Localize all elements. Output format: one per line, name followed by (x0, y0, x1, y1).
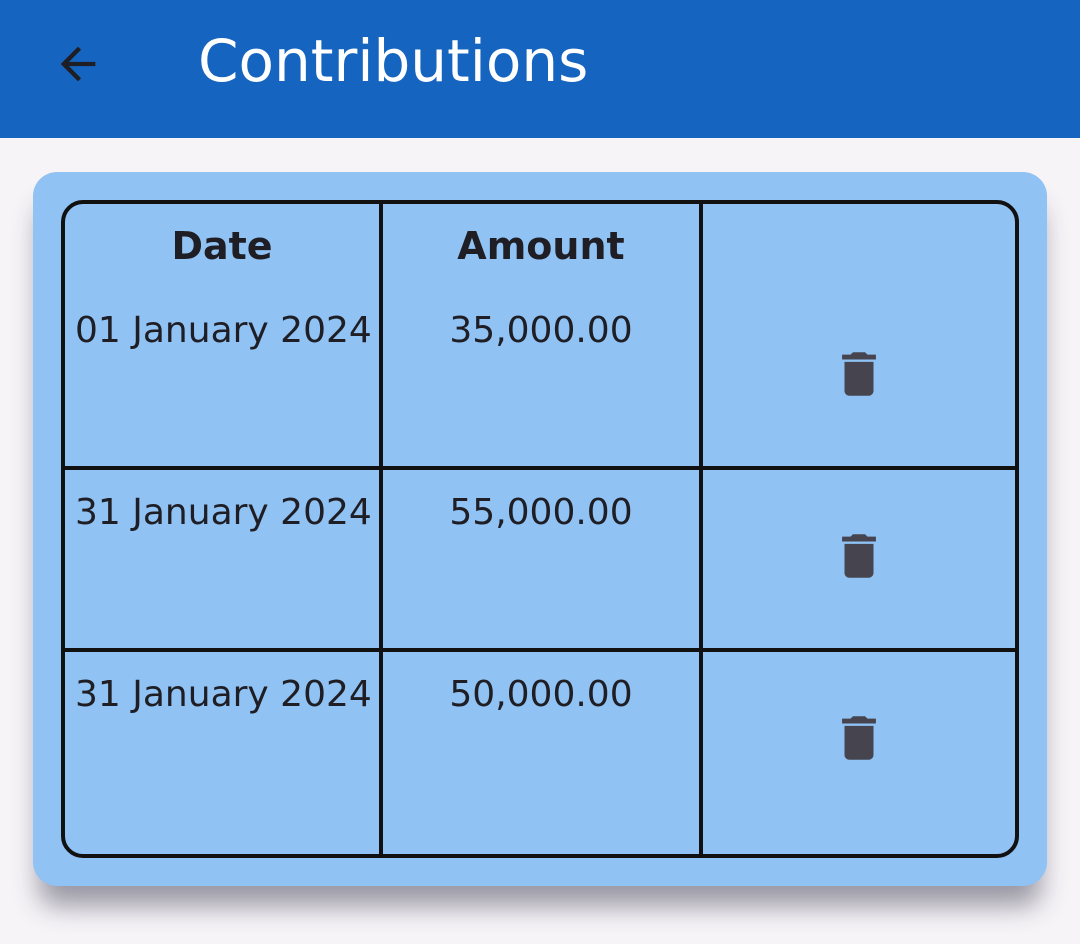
table-row: 01 January 2024 35,000.00 (65, 288, 1015, 470)
row-amount: 35,000.00 (379, 288, 703, 470)
total-amount: 140,000.00 (379, 830, 703, 854)
column-header-date: Date (65, 204, 383, 288)
column-header-amount: Amount (379, 204, 703, 288)
delete-icon (842, 534, 876, 578)
row-date: 01 January 2024 (65, 288, 383, 470)
contributions-card: Date Amount 01 January 2024 35,000.00 31… (33, 172, 1047, 886)
row-actions (699, 648, 1015, 830)
table-row: 31 January 2024 50,000.00 (65, 648, 1015, 830)
arrow-back-icon (60, 46, 96, 82)
row-amount: 55,000.00 (379, 466, 703, 652)
back-button[interactable] (38, 24, 118, 104)
row-actions (699, 466, 1015, 652)
row-actions (699, 288, 1015, 470)
table-row: 31 January 2024 55,000.00 (65, 466, 1015, 652)
page-title: Contributions (198, 27, 589, 95)
delete-button[interactable] (827, 706, 891, 770)
column-header-actions (699, 204, 1015, 288)
row-amount: 50,000.00 (379, 648, 703, 830)
delete-button[interactable] (827, 524, 891, 588)
total-empty-cell (699, 830, 1015, 854)
delete-icon (842, 352, 876, 396)
delete-button[interactable] (827, 342, 891, 406)
row-date: 31 January 2024 (65, 648, 383, 830)
total-label: Total (65, 830, 383, 854)
row-date: 31 January 2024 (65, 466, 383, 652)
delete-icon (842, 716, 876, 760)
total-row: Total 140,000.00 (65, 830, 1015, 854)
table-header-row: Date Amount (65, 204, 1015, 288)
contributions-table: Date Amount 01 January 2024 35,000.00 31… (61, 200, 1019, 858)
app-bar: Contributions (0, 0, 1080, 138)
